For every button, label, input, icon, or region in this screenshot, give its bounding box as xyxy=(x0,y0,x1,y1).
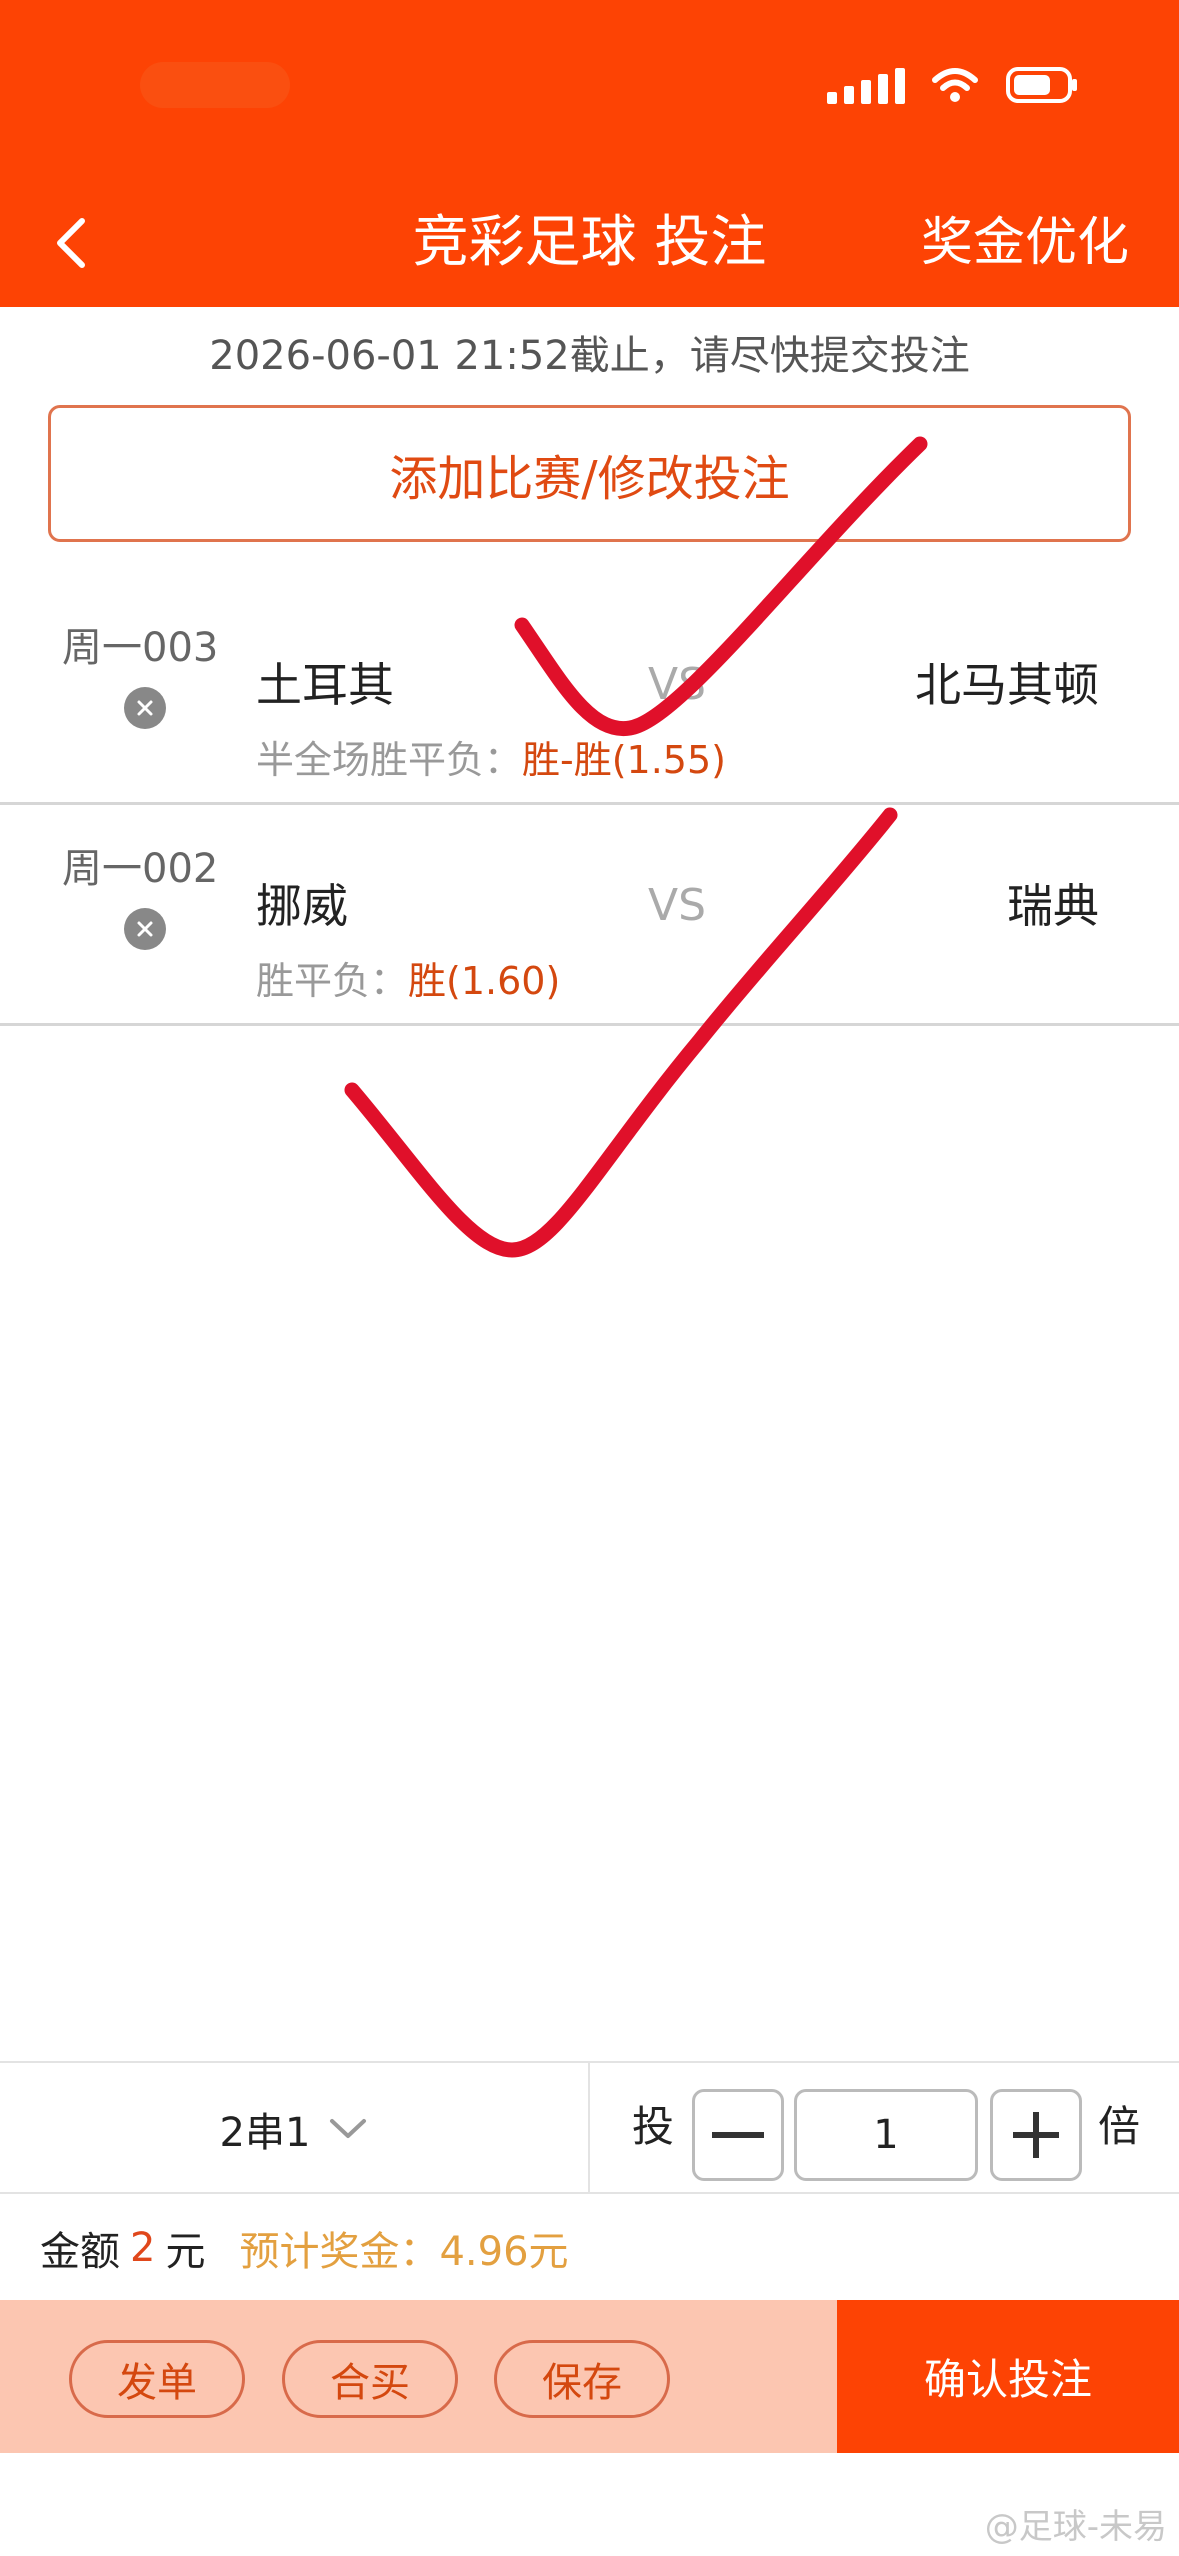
multiplier-prefix: 投 xyxy=(632,2102,675,2151)
status-time-blurred xyxy=(140,62,290,108)
amount-value: 2 xyxy=(130,2225,156,2271)
vs-label: VS xyxy=(648,659,707,710)
amount-summary: 金额 2 元 预计奖金：4.96元 xyxy=(0,2196,1179,2300)
match-code: 周一003 xyxy=(62,625,219,671)
match-row: 周一003 土耳其 VS 北马其顿 半全场胜平负：胜-胜(1.55) xyxy=(0,585,1179,805)
pass-type-label: 2串1 xyxy=(219,2109,311,2156)
app-header: 竞彩足球 投注 奖金优化 xyxy=(0,0,1179,307)
vs-label: VS xyxy=(648,880,707,931)
group-buy-button[interactable]: 合买 xyxy=(282,2340,458,2418)
estimated-prize: 预计奖金：4.96元 xyxy=(239,2229,569,2275)
minus-button[interactable] xyxy=(692,2089,784,2181)
watermark: @足球-未易 xyxy=(984,2507,1167,2547)
play-type-label: 半全场胜平负： xyxy=(256,738,523,782)
status-bar-icons xyxy=(827,62,1079,108)
home-team: 土耳其 xyxy=(256,658,394,712)
save-button[interactable]: 保存 xyxy=(494,2340,670,2418)
away-team: 北马其顿 xyxy=(915,658,1099,712)
bet-options-bar: 2串1 投 1 倍 xyxy=(0,2061,1179,2194)
remove-icon[interactable] xyxy=(124,687,166,729)
play-selection[interactable]: 胜平负：胜(1.60) xyxy=(256,956,560,1006)
add-match-button[interactable]: 添加比赛/修改投注 xyxy=(48,405,1131,542)
multiplier-control: 投 1 倍 xyxy=(590,2063,1179,2194)
multiplier-input[interactable]: 1 xyxy=(794,2089,978,2181)
match-code: 周一002 xyxy=(62,846,219,892)
amount-label: 金额 xyxy=(40,2229,120,2275)
multiplier-suffix: 倍 xyxy=(1098,2102,1141,2151)
confirm-bet-button[interactable]: 确认投注 xyxy=(837,2300,1179,2453)
play-selection[interactable]: 半全场胜平负：胜-胜(1.55) xyxy=(256,735,726,785)
play-pick: 胜(1.60) xyxy=(408,959,561,1003)
play-type-label: 胜平负： xyxy=(256,959,409,1003)
pass-type-selector[interactable]: 2串1 xyxy=(0,2063,590,2194)
amount-unit: 元 xyxy=(165,2229,206,2275)
publish-button[interactable]: 发单 xyxy=(69,2340,245,2418)
battery-icon xyxy=(1005,65,1079,105)
away-team: 瑞典 xyxy=(1007,879,1099,933)
chevron-down-icon xyxy=(328,2106,368,2152)
match-row: 周一002 挪威 VS 瑞典 胜平负：胜(1.60) xyxy=(0,806,1179,1026)
plus-button[interactable] xyxy=(990,2089,1082,2181)
home-team: 挪威 xyxy=(256,879,348,933)
plus-icon xyxy=(1013,2112,1059,2158)
deadline-notice: 2026-06-01 21:52截止，请尽快提交投注 xyxy=(209,333,970,379)
signal-icon xyxy=(827,66,905,104)
play-pick: 胜-胜(1.55) xyxy=(522,738,726,782)
wifi-icon xyxy=(931,66,979,104)
remove-icon[interactable] xyxy=(124,908,166,950)
bonus-optimize-button[interactable]: 奖金优化 xyxy=(921,205,1129,281)
action-bar: 发单 合买 保存 确认投注 xyxy=(0,2300,1179,2453)
minus-icon xyxy=(712,2132,764,2138)
